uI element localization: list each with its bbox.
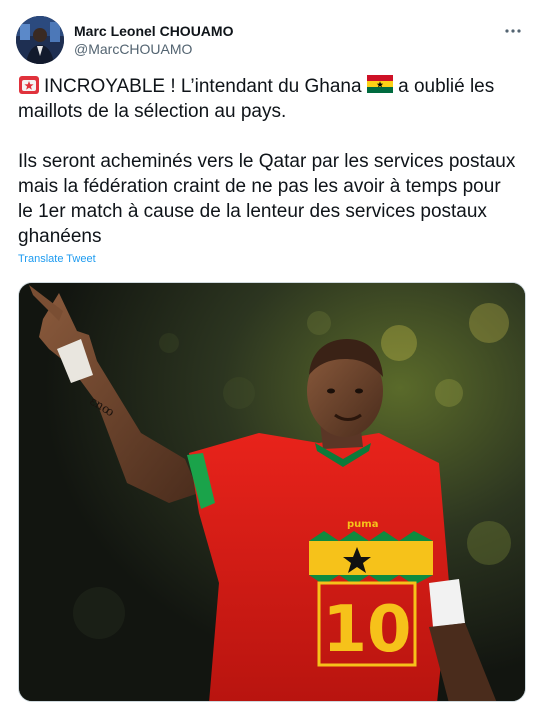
jersey-brand-text: puma: [347, 519, 378, 530]
jersey-number-text: 10: [322, 593, 411, 667]
tweet-text-part-a: INCROYABLE ! L’intendant du Ghana: [44, 76, 367, 97]
tweet-paragraph-1: INCROYABLE ! L’intendant du Ghana a oubl…: [18, 74, 518, 124]
tweet-card: Marc Leonel CHOUAMO @MarcCHOUAMO INCROYA…: [0, 0, 540, 705]
avatar[interactable]: [16, 16, 64, 64]
translate-tweet-link[interactable]: Translate Tweet: [18, 252, 96, 266]
tweet-text: INCROYABLE ! L’intendant du Ghana a oubl…: [18, 74, 518, 249]
siren-emoji-icon: [18, 75, 44, 95]
avatar-image: [16, 16, 64, 64]
author-display-name[interactable]: Marc Leonel CHOUAMO: [74, 22, 233, 40]
tweet-content: INCROYABLE ! L’intendant du Ghana a oubl…: [18, 74, 518, 267]
more-icon[interactable]: [502, 20, 524, 42]
tweet-media-photo[interactable]: ɛnꝏ puma 10: [18, 282, 526, 702]
tweet-header: Marc Leonel CHOUAMO @MarcCHOUAMO: [16, 16, 524, 64]
author-handle[interactable]: @MarcCHOUAMO: [74, 40, 233, 58]
footballer-photo-image: ɛnꝏ puma 10: [19, 283, 525, 701]
ghana-flag-emoji-icon: [366, 75, 393, 95]
author-names: Marc Leonel CHOUAMO @MarcCHOUAMO: [74, 22, 233, 58]
tweet-paragraph-2: Ils seront acheminés vers le Qatar par l…: [18, 151, 516, 247]
